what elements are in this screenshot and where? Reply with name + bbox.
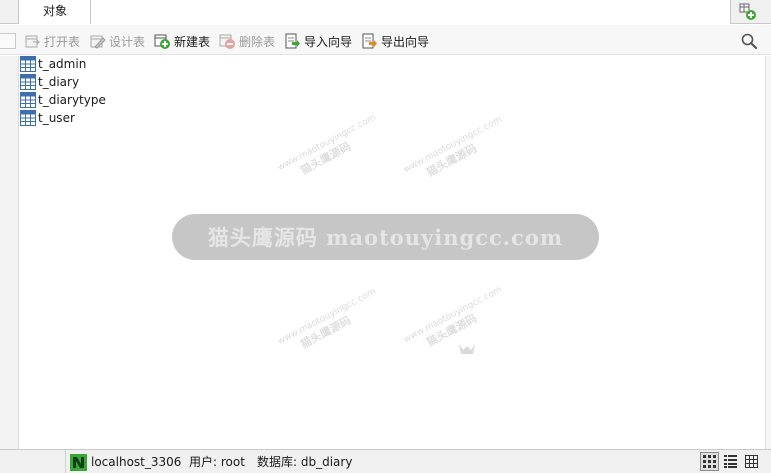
tab-strip: 对象 — [0, 0, 771, 24]
design-table-icon — [90, 35, 106, 49]
design-table-label: 设计表 — [109, 34, 146, 49]
connection-status: localhost_3306 — [70, 453, 181, 471]
connection-name: localhost_3306 — [91, 455, 182, 469]
list-item-table[interactable]: t_user — [20, 109, 760, 127]
export-wizard-icon — [362, 33, 377, 48]
watermark-owl-icon — [458, 342, 476, 359]
tab-strip-empty — [91, 0, 731, 24]
watermark-banner: 猫头鹰源码 maotouyingcc.com — [172, 214, 599, 260]
delete-table-icon — [219, 34, 235, 49]
list-item-table[interactable]: t_diarytype — [20, 91, 760, 109]
table-icon — [20, 74, 36, 90]
add-table-corner-icon[interactable] — [738, 2, 758, 22]
export-wizard-button[interactable]: 导出向导 — [361, 31, 429, 51]
table-icon — [20, 92, 36, 108]
object-toolbar: 打开表 设计表 新建表 删除表 导入向导 导出向导 — [0, 25, 771, 55]
status-bar: localhost_3306 用户: root 数据库: db_diary — [0, 449, 771, 473]
open-table-icon — [25, 35, 41, 47]
new-table-label: 新建表 — [174, 34, 211, 49]
tab-objects[interactable]: 对象 — [18, 0, 91, 24]
open-table-button[interactable]: 打开表 — [24, 31, 80, 51]
list-item-table[interactable]: t_diary — [20, 73, 760, 91]
import-wizard-icon — [285, 33, 300, 48]
list-view-button[interactable] — [721, 452, 740, 471]
open-table-label: 打开表 — [44, 34, 81, 49]
toolbar-left-handle — [0, 33, 16, 49]
delete-table-button[interactable]: 删除表 — [219, 31, 275, 51]
table-icon — [20, 56, 36, 72]
table-icon — [20, 110, 36, 126]
delete-table-label: 删除表 — [239, 34, 276, 49]
right-scroll-track[interactable] — [765, 56, 771, 449]
list-item-table[interactable]: t_admin — [20, 55, 760, 73]
new-table-button[interactable]: 新建表 — [154, 31, 210, 51]
detail-view-button[interactable] — [742, 452, 761, 471]
detail-view-icon — [745, 455, 758, 468]
list-view-icon — [724, 455, 737, 468]
left-gutter — [0, 56, 19, 449]
table-name: t_diary — [38, 75, 80, 89]
search-icon[interactable] — [740, 32, 758, 50]
status-bar-left-section — [0, 450, 66, 473]
grid-view-icon — [703, 455, 716, 468]
new-table-icon — [154, 34, 170, 49]
navicat-object-window: 对象 打开表 设计表 新建表 删除表 导入向导 导出向导 t_admin t_d… — [0, 0, 771, 473]
table-name: t_admin — [38, 57, 87, 71]
connection-icon — [70, 453, 87, 471]
import-wizard-label: 导入向导 — [304, 34, 353, 49]
grid-view-button[interactable] — [700, 452, 719, 471]
design-table-button[interactable]: 设计表 — [89, 31, 145, 51]
export-wizard-label: 导出向导 — [381, 34, 430, 49]
status-user: 用户: root — [189, 455, 245, 469]
table-name: t_user — [38, 111, 75, 125]
import-wizard-button[interactable]: 导入向导 — [284, 31, 352, 51]
table-name: t_diarytype — [38, 93, 106, 107]
table-object-list: t_admin t_diary t_diarytype t_user — [20, 55, 760, 127]
status-database: 数据库: db_diary — [257, 455, 353, 469]
